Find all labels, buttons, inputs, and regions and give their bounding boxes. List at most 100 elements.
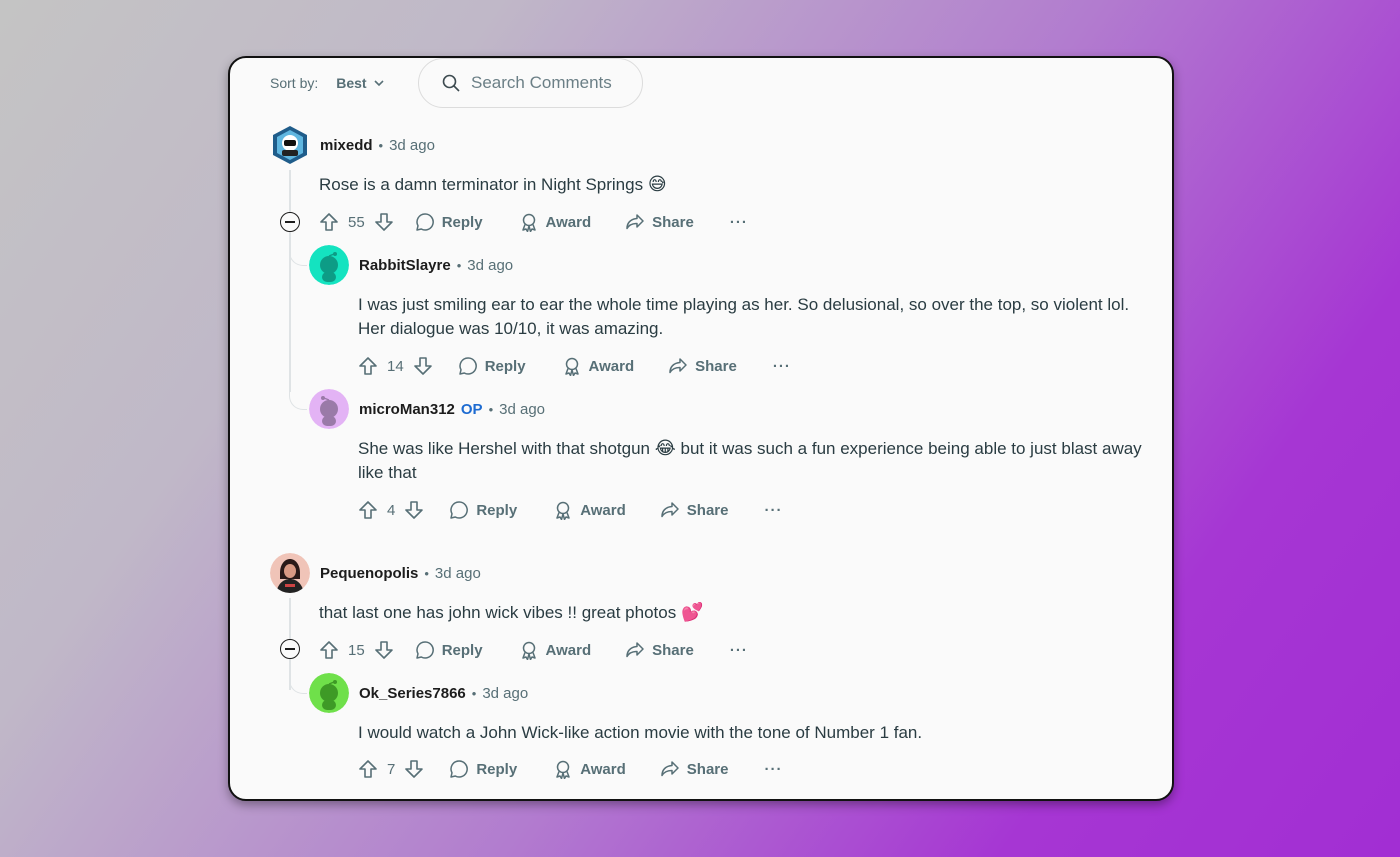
username[interactable]: RabbitSlayre <box>359 257 451 274</box>
more-options-button[interactable]: ··· <box>730 642 748 659</box>
comment-actions: 55 Reply Award Share ··· <box>318 206 748 238</box>
award-button[interactable]: Award <box>519 212 591 232</box>
search-icon <box>442 74 460 92</box>
share-label: Share <box>695 357 737 375</box>
reply-label: Reply <box>441 641 483 659</box>
more-options-button[interactable]: ··· <box>730 214 748 231</box>
timestamp[interactable]: 3d ago <box>435 565 481 582</box>
username[interactable]: Pequenopolis <box>320 565 418 582</box>
more-options-button[interactable]: ··· <box>764 761 782 778</box>
share-arrow-icon <box>626 642 644 658</box>
share-arrow-icon <box>661 761 679 777</box>
reply-button[interactable]: Reply <box>449 759 517 779</box>
more-options-button[interactable]: ··· <box>764 502 782 519</box>
vote-group: 14 <box>357 355 434 377</box>
reply-button[interactable]: Reply <box>415 212 483 232</box>
username[interactable]: mixedd <box>320 137 373 154</box>
share-button[interactable]: Share <box>660 759 729 779</box>
comment-body: I would watch a John Wick-like action mo… <box>358 721 1148 745</box>
comment-actions: 4 Reply Award Share ··· <box>357 494 782 526</box>
collapse-thread-button[interactable] <box>280 212 300 232</box>
downvote-icon[interactable] <box>403 758 425 780</box>
sort-label: Sort by: <box>270 75 319 91</box>
vote-score: 14 <box>387 357 404 375</box>
comment-header: Pequenopolis • 3d ago <box>270 553 481 593</box>
sort-value: Best <box>336 75 367 91</box>
avatar[interactable] <box>309 245 349 285</box>
search-input[interactable] <box>471 73 641 93</box>
award-icon <box>564 357 579 376</box>
share-button[interactable]: Share <box>668 356 737 376</box>
upvote-icon[interactable] <box>357 499 379 521</box>
share-arrow-icon <box>626 214 644 230</box>
search-comments[interactable] <box>418 58 643 108</box>
timestamp[interactable]: 3d ago <box>467 257 513 274</box>
comment-text: Rose is a damn terminator in Night Sprin… <box>319 175 644 194</box>
award-icon <box>556 760 570 779</box>
award-icon <box>521 641 536 660</box>
collapse-thread-button[interactable] <box>280 639 300 659</box>
reply-button[interactable]: Reply <box>449 500 517 520</box>
timestamp[interactable]: 3d ago <box>389 137 435 154</box>
upvote-icon[interactable] <box>357 355 379 377</box>
username[interactable]: Ok_Series7866 <box>359 685 466 702</box>
upvote-icon[interactable] <box>318 639 340 661</box>
vote-score: 55 <box>348 213 365 231</box>
separator-dot: • <box>424 565 429 581</box>
more-options-button[interactable]: ··· <box>773 358 791 375</box>
comment-actions: 14 Reply Award Share ··· <box>357 350 791 382</box>
vote-group: 4 <box>357 499 425 521</box>
comment-header: RabbitSlayre • 3d ago <box>309 245 513 285</box>
award-label: Award <box>580 760 626 778</box>
comment-text: I was just smiling ear to ear the whole … <box>358 295 1130 338</box>
vote-group: 55 <box>318 211 395 233</box>
award-label: Award <box>588 357 635 375</box>
avatar[interactable] <box>309 389 349 429</box>
award-button[interactable]: Award <box>553 500 626 520</box>
sort-dropdown[interactable]: Best <box>336 75 384 91</box>
award-button[interactable]: Award <box>562 356 635 376</box>
upvote-icon[interactable] <box>357 758 379 780</box>
share-arrow-icon <box>661 502 679 518</box>
reply-button[interactable]: Reply <box>415 640 483 660</box>
downvote-icon[interactable] <box>412 355 434 377</box>
comment-text: that last one has john wick vibes !! gre… <box>319 603 677 622</box>
share-label: Share <box>652 641 694 659</box>
comment-body: She was like Hershel with that shotgun 😂… <box>358 437 1148 485</box>
vote-group: 7 <box>357 758 425 780</box>
separator-dot: • <box>488 401 494 417</box>
reply-button[interactable]: Reply <box>458 356 526 376</box>
downvote-icon[interactable] <box>373 211 395 233</box>
reply-label: Reply <box>484 357 526 375</box>
share-button[interactable]: Share <box>625 640 694 660</box>
separator-dot: • <box>456 257 462 273</box>
comment-bubble-icon <box>415 213 434 231</box>
separator-dot: • <box>471 685 477 701</box>
username[interactable]: microMan312 <box>359 401 455 418</box>
comment-bubble-icon <box>458 357 477 375</box>
avatar[interactable] <box>309 673 349 713</box>
timestamp[interactable]: 3d ago <box>482 685 528 702</box>
share-button[interactable]: Share <box>625 212 694 232</box>
vote-score: 7 <box>387 760 396 778</box>
reply-label: Reply <box>476 501 518 519</box>
timestamp[interactable]: 3d ago <box>499 401 545 418</box>
share-label: Share <box>686 760 729 778</box>
vote-score: 4 <box>387 501 396 519</box>
award-button[interactable]: Award <box>553 759 626 779</box>
award-button[interactable]: Award <box>519 640 591 660</box>
downvote-icon[interactable] <box>373 639 395 661</box>
upvote-icon[interactable] <box>318 211 340 233</box>
avatar[interactable] <box>270 125 310 165</box>
downvote-icon[interactable] <box>403 499 425 521</box>
share-label: Share <box>686 501 729 519</box>
op-badge: OP <box>460 400 483 418</box>
award-icon <box>521 213 536 232</box>
emoji: 😂 <box>654 438 676 459</box>
comment-bubble-icon <box>450 501 469 519</box>
comment-header: Ok_Series7866 • 3d ago <box>309 673 528 713</box>
comment-body: I was just smiling ear to ear the whole … <box>358 293 1148 341</box>
comment-text: I would watch a John Wick-like action mo… <box>358 723 923 742</box>
share-button[interactable]: Share <box>660 500 729 520</box>
avatar[interactable] <box>270 553 310 593</box>
